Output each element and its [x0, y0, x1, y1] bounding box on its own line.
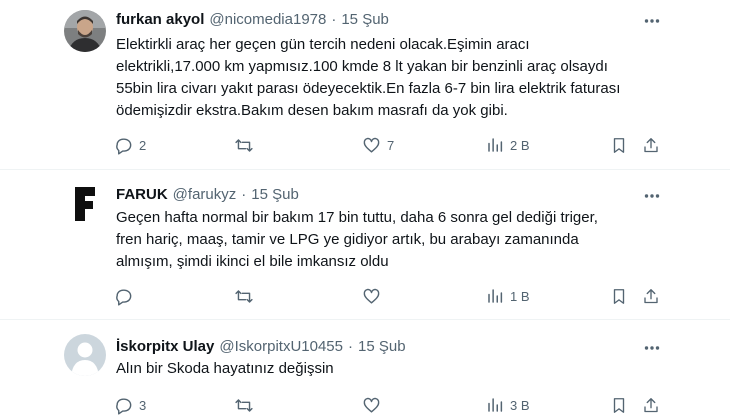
tweet-actions: 1 B [106, 284, 666, 308]
reply-count: 3 [139, 397, 147, 413]
default-avatar [64, 334, 106, 376]
share-button[interactable] [642, 133, 660, 157]
reply-icon [116, 137, 132, 155]
heart-icon [363, 397, 380, 413]
tweet-text-line: Geçen hafta normal bir bakım 17 bin tutt… [116, 209, 598, 226]
author-name[interactable]: FARUK [116, 186, 168, 203]
heart-icon [363, 137, 380, 153]
retweet-icon [235, 289, 253, 303]
separator-dot: · [331, 10, 337, 28]
retweet-button[interactable] [234, 133, 260, 157]
reply-count: 2 [139, 137, 147, 153]
share-icon [644, 288, 658, 303]
retweet-icon [235, 138, 253, 152]
tweet[interactable]: furkan akyol @nicomedia1978 · 15 Şub Ele… [0, 0, 730, 168]
tweet-text-line: 55bin lira civarı yakıt parası ödeyecekt… [116, 80, 621, 97]
bookmark-button[interactable] [610, 284, 628, 308]
views-chart-icon [488, 398, 503, 412]
like-button[interactable] [362, 393, 387, 417]
tweet-timestamp[interactable]: 15 Şub [358, 338, 406, 355]
views-chart-icon [488, 289, 503, 303]
bookmark-icon [613, 137, 625, 153]
share-button[interactable] [642, 284, 660, 308]
views-chart-icon [488, 138, 503, 152]
author-handle[interactable]: @farukyz [173, 186, 237, 203]
tweet-text: Geçen hafta normal bir bakım 17 bin tutt… [116, 207, 656, 273]
tweet-timestamp[interactable]: 15 Şub [251, 186, 299, 203]
letter-f-logo [64, 183, 106, 225]
more-dots-icon [644, 19, 660, 23]
bookmark-button[interactable] [610, 133, 628, 157]
tweet[interactable]: FARUK @farukyz · 15 Şub Geçen hafta norm… [0, 170, 730, 320]
tweet-text: Elektirkli araç her geçen gün tercih ned… [116, 34, 656, 122]
share-icon [644, 397, 658, 412]
share-icon [644, 137, 658, 152]
reply-button[interactable]: 3 [114, 393, 146, 417]
like-button[interactable] [362, 284, 387, 308]
separator-dot: · [348, 337, 353, 355]
retweet-icon [235, 398, 253, 412]
tweet-text-line: elektrikli,17.000 km yapmısız.100 kmde 8… [116, 58, 608, 75]
like-count: 7 [387, 137, 395, 153]
tweet-timestamp[interactable]: 15 Şub [341, 11, 389, 28]
views-button[interactable]: 3 B [486, 393, 530, 417]
tweet-text-line: ödemişizdir ekstra.Bakım desen bakım mas… [116, 102, 508, 119]
views-button[interactable]: 2 B [486, 133, 530, 157]
retweet-button[interactable] [234, 393, 260, 417]
tweet-text-line: fren hariç, maaş, tamir ve LPG ye gidiyo… [116, 231, 579, 248]
tweet-text: Alın bir Skoda hayatınız değişsin [116, 358, 656, 380]
author-name[interactable]: furkan akyol [116, 11, 204, 28]
photo-avatar-image [64, 10, 106, 52]
reply-button[interactable]: 2 [114, 133, 146, 157]
bookmark-icon [613, 288, 625, 304]
like-button[interactable]: 7 [362, 133, 394, 157]
more-options-button[interactable] [640, 184, 664, 208]
retweet-button[interactable] [234, 284, 260, 308]
bookmark-button[interactable] [610, 393, 628, 417]
author-handle[interactable]: @nicomedia1978 [209, 11, 326, 28]
heart-icon [363, 288, 380, 304]
tweet-text-line: Elektirkli araç her geçen gün tercih ned… [116, 36, 530, 53]
more-dots-icon [644, 346, 660, 350]
views-button[interactable]: 1 B [486, 284, 530, 308]
tweet-text-line: almışım, şimdi ikinci el bile imkansız o… [116, 253, 389, 270]
author-name[interactable]: İskorpitx Ulay [116, 338, 214, 355]
user-avatar[interactable] [64, 10, 106, 52]
tweet-text-line: Alın bir Skoda hayatınız değişsin [116, 360, 334, 377]
separator-dot: · [241, 185, 247, 203]
author-handle[interactable]: @IskorpitxU10455 [219, 338, 343, 355]
user-avatar[interactable] [64, 334, 106, 376]
more-dots-icon [644, 194, 660, 198]
reply-button[interactable] [114, 284, 139, 308]
view-count: 2 B [510, 137, 530, 153]
bookmark-icon [613, 397, 625, 413]
reply-icon [116, 397, 132, 415]
share-button[interactable] [642, 393, 660, 417]
tweet-actions: 3 3 B [106, 393, 666, 417]
view-count: 3 B [510, 397, 530, 413]
user-avatar[interactable] [64, 183, 106, 225]
tweet[interactable]: İskorpitx Ulay @IskorpitxU10455 · 15 Şub… [0, 320, 730, 420]
more-options-button[interactable] [640, 336, 664, 360]
reply-icon [116, 288, 132, 306]
tweet-actions: 2 7 2 B [106, 133, 666, 157]
more-options-button[interactable] [640, 9, 664, 33]
view-count: 1 B [510, 288, 530, 304]
